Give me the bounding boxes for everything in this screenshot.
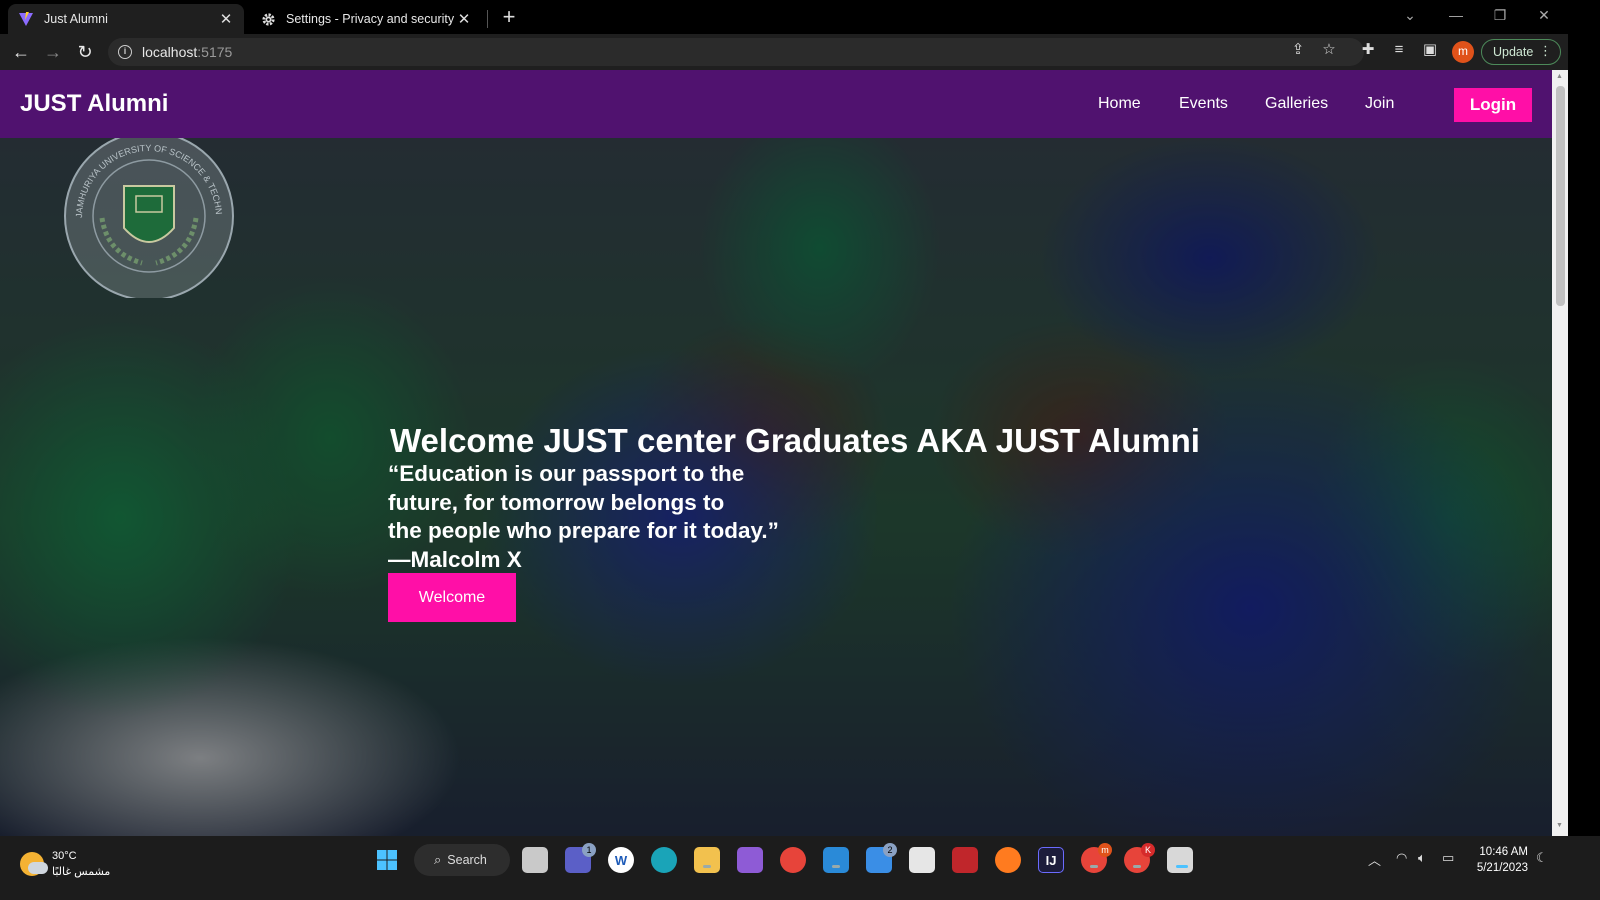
chrome-profile-m-icon[interactable]: m — [1081, 843, 1112, 873]
running-indicator — [1090, 865, 1098, 868]
browser-tab-strip: Just Alumni ✕ Settings - Privacy and sec… — [0, 0, 1600, 34]
active-indicator — [1176, 865, 1188, 868]
tab-settings[interactable]: Settings - Privacy and security ✕ — [250, 4, 482, 34]
microsoft-store-icon[interactable] — [909, 847, 935, 873]
hero-quote: “Education is our passport to the future… — [388, 460, 808, 574]
search-icon: ⌕ — [434, 852, 442, 867]
tab-separator — [487, 10, 488, 28]
clock-date: 5/21/2023 — [1476, 862, 1528, 874]
close-tab-icon[interactable]: ✕ — [218, 10, 234, 28]
update-button[interactable]: Update ⋮ — [1481, 39, 1561, 65]
jetbrains-icon[interactable]: IJ — [1038, 847, 1064, 873]
do-not-disturb-icon[interactable]: ☾ — [1536, 850, 1548, 866]
close-tab-icon[interactable]: ✕ — [456, 10, 472, 28]
running-indicator — [1133, 865, 1141, 868]
page-scrollbar[interactable]: ▲ ▼ — [1552, 70, 1568, 836]
edge-browser-icon[interactable] — [651, 847, 677, 873]
university-seal-logo: JAMHURIYA UNIVERSITY OF SCIENCE & TECHNO… — [62, 138, 234, 298]
gear-icon — [260, 11, 276, 27]
update-label: Update — [1493, 45, 1534, 59]
quote-line: “Education is our passport to the — [388, 461, 745, 486]
back-arrow-icon[interactable]: ← — [8, 39, 34, 65]
hero-title: Welcome JUST center Graduates AKA JUST A… — [390, 422, 1200, 459]
mail-badge: 2 — [883, 843, 897, 857]
wifi-icon[interactable]: ◠ — [1396, 850, 1407, 866]
reading-list-icon[interactable]: ≡ — [1389, 40, 1409, 60]
snipping-tool-icon[interactable] — [1167, 847, 1193, 873]
bookmark-star-icon[interactable]: ☆ — [1319, 40, 1339, 60]
vscode-icon[interactable] — [823, 847, 849, 873]
chrome-profile-k-icon[interactable]: K — [1124, 843, 1155, 873]
vite-logo-icon — [18, 11, 34, 27]
weather-widget[interactable]: 30°C مشمس غالبًا — [20, 848, 110, 880]
site-brand[interactable]: JUST Alumni — [20, 90, 168, 118]
teams-badge: 1 — [582, 843, 596, 857]
forward-arrow-icon[interactable]: → — [40, 39, 66, 65]
windows-taskbar: 30°C مشمس غالبًا ⌕ Search 1 W 2 IJ m K ︿… — [0, 836, 1600, 900]
battery-icon[interactable]: ▭ — [1442, 850, 1454, 866]
running-indicator — [832, 865, 840, 868]
scroll-up-arrow-icon[interactable]: ▲ — [1556, 73, 1564, 80]
site-info-icon[interactable]: i — [118, 45, 132, 59]
task-view-icon[interactable] — [522, 847, 548, 873]
browser-toolbar: ← → ↻ i localhost:5175 ⇪ ☆ ✚ ≡ ▣ m Updat… — [0, 34, 1600, 70]
weather-sun-icon — [20, 852, 48, 876]
search-label: Search — [447, 853, 487, 867]
word-app-icon[interactable]: W — [608, 847, 634, 873]
extensions-puzzle-icon[interactable]: ✚ — [1358, 40, 1378, 60]
quote-line: future, for tomorrow belongs to — [388, 489, 725, 515]
scrollbar-thumb[interactable] — [1556, 86, 1565, 306]
login-button[interactable]: Login — [1454, 88, 1532, 122]
firefox-icon[interactable] — [995, 847, 1021, 873]
tray-overflow-chevron-icon[interactable]: ︿ — [1368, 850, 1381, 869]
url-host: localhost — [142, 44, 198, 60]
hero-section: JAMHURIYA UNIVERSITY OF SCIENCE & TECHNO… — [0, 138, 1552, 836]
nav-link-galleries[interactable]: Galleries — [1265, 95, 1328, 113]
running-indicator — [703, 865, 711, 868]
visual-studio-icon[interactable] — [737, 847, 763, 873]
weather-temp: 30°C — [52, 850, 77, 862]
start-windows-icon[interactable] — [374, 847, 400, 873]
clock-time: 10:46 AM — [1479, 846, 1528, 858]
scroll-down-arrow-icon[interactable]: ▼ — [1556, 822, 1564, 829]
mail-icon[interactable]: 2 — [866, 843, 897, 873]
tab-title: Just Alumni — [44, 12, 108, 26]
share-icon[interactable]: ⇪ — [1288, 40, 1308, 60]
nav-link-join[interactable]: Join — [1365, 95, 1394, 113]
menu-dots-icon[interactable]: ⋮ — [1539, 43, 1552, 59]
profile-badge: K — [1141, 843, 1155, 857]
volume-icon[interactable]: 🔈︎ — [1418, 850, 1426, 866]
new-tab-icon[interactable]: + — [497, 6, 521, 30]
chrome-icon[interactable] — [780, 847, 806, 873]
close-window-icon[interactable]: ✕ — [1522, 0, 1566, 30]
tab-just-alumni[interactable]: Just Alumni ✕ — [8, 4, 244, 34]
taskbar-search-box[interactable]: ⌕ Search — [414, 844, 510, 876]
nav-link-events[interactable]: Events — [1179, 95, 1228, 113]
window-edge — [1568, 34, 1600, 836]
side-panel-icon[interactable]: ▣ — [1420, 40, 1440, 60]
reload-icon[interactable]: ↻ — [72, 39, 98, 65]
address-bar[interactable]: i localhost:5175 — [108, 38, 1364, 66]
restore-icon[interactable]: ❐ — [1478, 0, 1522, 30]
site-navbar: JUST Alumni Home Events Galleries Join L… — [0, 70, 1552, 138]
welcome-button[interactable]: Welcome — [388, 573, 516, 622]
quote-line: the people who prepare for it today.” — [388, 518, 779, 543]
tab-search-chevron-icon[interactable]: ⌄ — [1388, 0, 1432, 30]
profile-avatar[interactable]: m — [1452, 41, 1474, 63]
teams-chat-icon[interactable]: 1 — [565, 843, 596, 873]
profile-badge: m — [1098, 843, 1112, 857]
nav-link-home[interactable]: Home — [1098, 95, 1141, 113]
tab-title: Settings - Privacy and security — [286, 12, 455, 26]
red-app-icon[interactable] — [952, 847, 978, 873]
weather-desc: مشمس غالبًا — [52, 866, 111, 878]
url-port: :5175 — [197, 44, 233, 60]
file-explorer-icon[interactable] — [694, 847, 720, 873]
system-clock[interactable]: 10:46 AM 5/21/2023 — [1470, 844, 1528, 876]
quote-author: —Malcolm X — [388, 546, 522, 572]
web-page: JUST Alumni Home Events Galleries Join L… — [0, 70, 1552, 836]
minimize-icon[interactable]: — — [1434, 0, 1478, 30]
